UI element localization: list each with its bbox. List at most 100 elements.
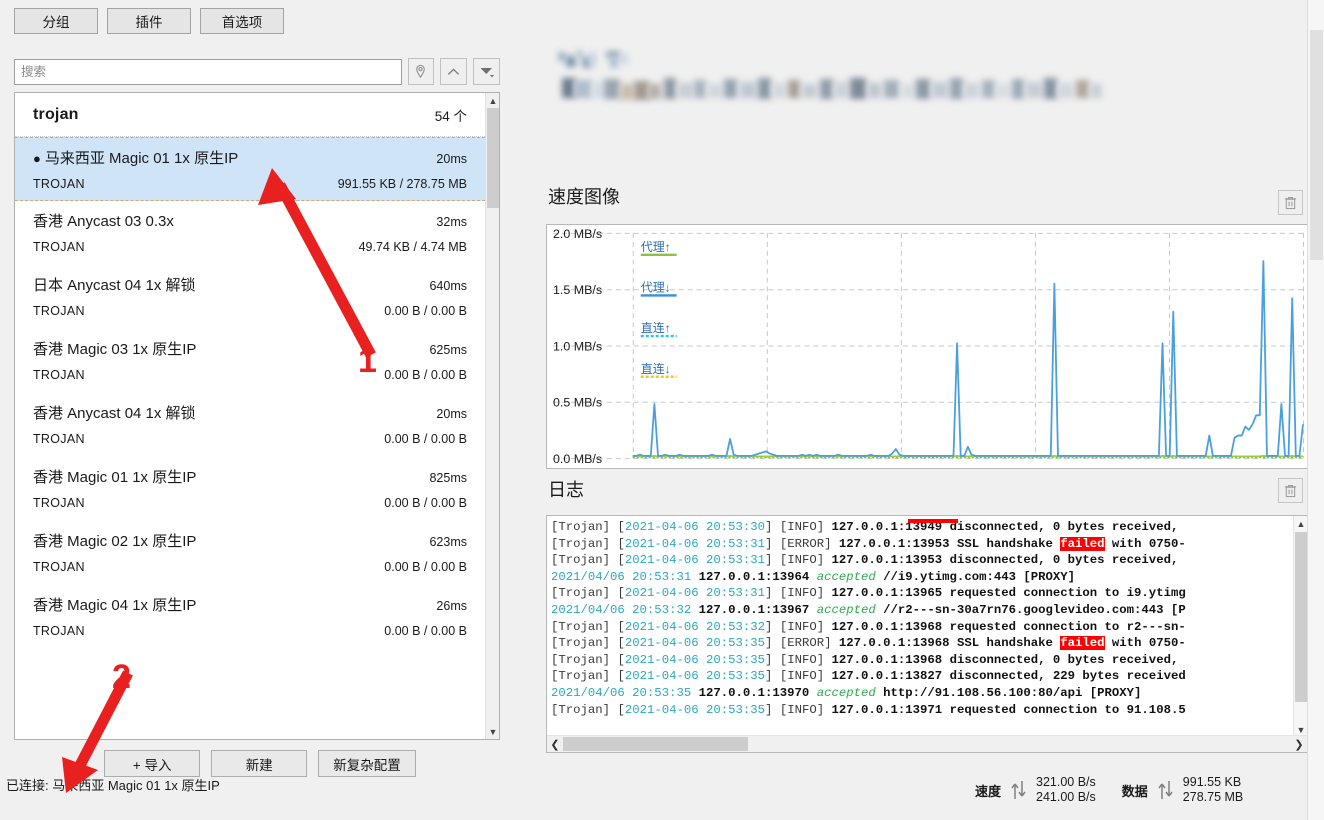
list-item-title: 香港 Anycast 03 0.3x bbox=[33, 210, 174, 231]
scrollbar-up-arrow-icon[interactable]: ▲ bbox=[486, 93, 500, 108]
speed-stat-values: 321.00 B/s 241.00 B/s bbox=[1036, 775, 1096, 805]
up-down-arrows-icon bbox=[1010, 779, 1027, 801]
scrollbar-down-arrow-icon[interactable]: ▼ bbox=[486, 724, 500, 739]
proxy-panel: trojan 54 个 ●马来西亚 Magic 01 1x 原生IP 20ms … bbox=[14, 58, 500, 777]
list-item-type: TROJAN bbox=[33, 368, 85, 382]
list-item-traffic: 0.00 B / 0.00 B bbox=[384, 560, 467, 574]
list-item-type: TROJAN bbox=[33, 304, 85, 318]
log-line: 2021/04/06 20:53:32 127.0.0.1:13967 acce… bbox=[551, 602, 1292, 619]
chart-y-tick: 2.0 MB/s bbox=[553, 227, 602, 241]
scrollbar-thumb[interactable] bbox=[1310, 30, 1323, 260]
list-item[interactable]: ●马来西亚 Magic 01 1x 原生IP 20ms TROJAN 991.5… bbox=[15, 137, 485, 201]
tab-preferences[interactable]: 首选项 bbox=[200, 8, 284, 34]
log-panel[interactable]: [Trojan] [2021-04-06 20:53:30] [INFO] 12… bbox=[546, 515, 1308, 753]
list-item-title: 香港 Magic 01 1x 原生IP bbox=[33, 466, 196, 487]
search-input[interactable] bbox=[14, 59, 402, 85]
scrollbar-up-arrow-icon[interactable]: ▲ bbox=[1294, 516, 1308, 531]
proxy-list[interactable]: trojan 54 个 ●马来西亚 Magic 01 1x 原生IP 20ms … bbox=[14, 92, 500, 740]
import-button[interactable]: + 导入 bbox=[104, 750, 200, 777]
list-item-type: TROJAN bbox=[33, 432, 85, 446]
scrollbar-thumb[interactable] bbox=[487, 108, 499, 208]
proxy-list-scrollbar[interactable]: ▲ ▼ bbox=[485, 93, 499, 739]
list-item-title: 香港 Anycast 04 1x 解锁 bbox=[33, 402, 196, 423]
window-scrollbar[interactable] bbox=[1307, 0, 1324, 820]
scrollbar-thumb[interactable] bbox=[563, 737, 748, 751]
data-down-value: 278.75 MB bbox=[1183, 790, 1243, 805]
log-line: [Trojan] [2021-04-06 20:53:35] [INFO] 12… bbox=[551, 668, 1292, 685]
list-item-traffic: 49.74 KB / 4.74 MB bbox=[359, 240, 467, 254]
triangle-down-dropdown-icon bbox=[478, 64, 496, 79]
log-horizontal-scrollbar[interactable]: ❮ ❯ bbox=[547, 735, 1307, 752]
up-down-arrows-icon bbox=[1157, 779, 1174, 801]
location-pin-button[interactable] bbox=[408, 58, 435, 85]
list-item[interactable]: 香港 Magic 01 1x 原生IP 825ms TROJAN 0.00 B … bbox=[15, 457, 485, 521]
list-item[interactable]: 香港 Magic 04 1x 原生IP 26ms TROJAN 0.00 B /… bbox=[15, 585, 485, 649]
location-pin-icon bbox=[413, 64, 428, 79]
chart-legend-label: 直连↓ bbox=[641, 362, 671, 376]
log-line: [Trojan] [2021-04-06 20:53:31] [ERROR] 1… bbox=[551, 536, 1292, 553]
list-item-delay: 32ms bbox=[436, 215, 467, 229]
list-item-title: 香港 Magic 04 1x 原生IP bbox=[33, 594, 196, 615]
connected-status: 已连接: 马来西亚 Magic 01 1x 原生IP bbox=[6, 775, 220, 794]
chart-y-tick: 1.0 MB/s bbox=[553, 339, 602, 353]
list-item-delay: 625ms bbox=[429, 343, 467, 357]
list-item-type: TROJAN bbox=[33, 624, 85, 638]
list-item-type: TROJAN bbox=[33, 496, 85, 510]
data-stat-values: 991.55 KB 278.75 MB bbox=[1183, 775, 1243, 805]
clear-log-button[interactable] bbox=[1278, 478, 1303, 503]
log-lines: [Trojan] [2021-04-06 20:53:30] [INFO] 12… bbox=[551, 519, 1292, 718]
data-stat-label: 数据 bbox=[1122, 781, 1148, 800]
log-line: 2021/04/06 20:53:31 127.0.0.1:13964 acce… bbox=[551, 569, 1292, 586]
speed-up-value: 321.00 B/s bbox=[1036, 775, 1096, 790]
log-title: 日志 bbox=[548, 476, 584, 502]
chart-legend-label: 直连↑ bbox=[641, 321, 671, 335]
filter-dropdown-button[interactable] bbox=[473, 58, 500, 85]
log-vertical-scrollbar[interactable]: ▲ ▼ bbox=[1293, 516, 1307, 737]
list-item[interactable]: 香港 Anycast 04 1x 解锁 20ms TROJAN 0.00 B /… bbox=[15, 393, 485, 457]
list-item-title: 日本 Anycast 04 1x 解锁 bbox=[33, 274, 196, 295]
list-item-traffic: 0.00 B / 0.00 B bbox=[384, 368, 467, 382]
scrollbar-right-arrow-icon[interactable]: ❯ bbox=[1291, 736, 1307, 753]
list-item-traffic: 0.00 B / 0.00 B bbox=[384, 496, 467, 510]
bottom-stats: 速度 321.00 B/s 241.00 B/s 数据 991.55 KB 27… bbox=[975, 775, 1243, 805]
list-action-buttons: + 导入 新建 新复杂配置 bbox=[14, 750, 500, 777]
list-item-title: 香港 Magic 02 1x 原生IP bbox=[33, 530, 196, 551]
list-item-title: ●马来西亚 Magic 01 1x 原生IP bbox=[33, 147, 238, 168]
list-item-title: 香港 Magic 03 1x 原生IP bbox=[33, 338, 196, 359]
speed-down-value: 241.00 B/s bbox=[1036, 790, 1096, 805]
clear-speed-chart-button[interactable] bbox=[1278, 190, 1303, 215]
group-name: trojan bbox=[33, 106, 79, 124]
chart-y-tick: 0.5 MB/s bbox=[553, 396, 602, 410]
redacted-banner bbox=[548, 48, 1148, 128]
list-item-delay: 825ms bbox=[429, 471, 467, 485]
chart-legend-item: 直连↑ bbox=[641, 321, 677, 336]
search-row bbox=[14, 58, 500, 85]
chart-legend-item: 代理↑ bbox=[641, 240, 677, 255]
list-item-traffic: 0.00 B / 0.00 B bbox=[384, 432, 467, 446]
scrollbar-left-arrow-icon[interactable]: ❮ bbox=[547, 736, 563, 753]
scrollbar-thumb[interactable] bbox=[1295, 532, 1307, 702]
log-selection-marker bbox=[908, 519, 958, 523]
group-header[interactable]: trojan 54 个 bbox=[15, 93, 485, 137]
list-item[interactable]: 日本 Anycast 04 1x 解锁 640ms TROJAN 0.00 B … bbox=[15, 265, 485, 329]
active-dot-icon: ● bbox=[33, 151, 41, 166]
list-item[interactable]: 香港 Magic 02 1x 原生IP 623ms TROJAN 0.00 B … bbox=[15, 521, 485, 585]
scroll-up-button[interactable] bbox=[440, 58, 467, 85]
list-item-traffic: 0.00 B / 0.00 B bbox=[384, 304, 467, 318]
chart-y-tick: 1.5 MB/s bbox=[553, 283, 602, 297]
list-item[interactable]: 香港 Anycast 03 0.3x 32ms TROJAN 49.74 KB … bbox=[15, 201, 485, 265]
list-item-delay: 623ms bbox=[429, 535, 467, 549]
new-button[interactable]: 新建 bbox=[211, 750, 307, 777]
tab-plugins[interactable]: 插件 bbox=[107, 8, 191, 34]
new-complex-config-button[interactable]: 新复杂配置 bbox=[318, 750, 416, 777]
chevron-up-icon bbox=[446, 66, 461, 78]
speed-chart[interactable]: 0.0 MB/s0.5 MB/s1.0 MB/s1.5 MB/s2.0 MB/s… bbox=[546, 224, 1308, 469]
list-item-delay: 20ms bbox=[436, 407, 467, 421]
tab-groups[interactable]: 分组 bbox=[14, 8, 98, 34]
list-item[interactable]: 香港 Magic 03 1x 原生IP 625ms TROJAN 0.00 B … bbox=[15, 329, 485, 393]
chart-series-代理↓ bbox=[633, 261, 1303, 456]
speed-chart-title: 速度图像 bbox=[548, 183, 620, 209]
log-line: [Trojan] [2021-04-06 20:53:35] [ERROR] 1… bbox=[551, 635, 1292, 652]
list-item-type: TROJAN bbox=[33, 240, 85, 254]
chart-legend-label: 代理↓ bbox=[641, 280, 671, 294]
